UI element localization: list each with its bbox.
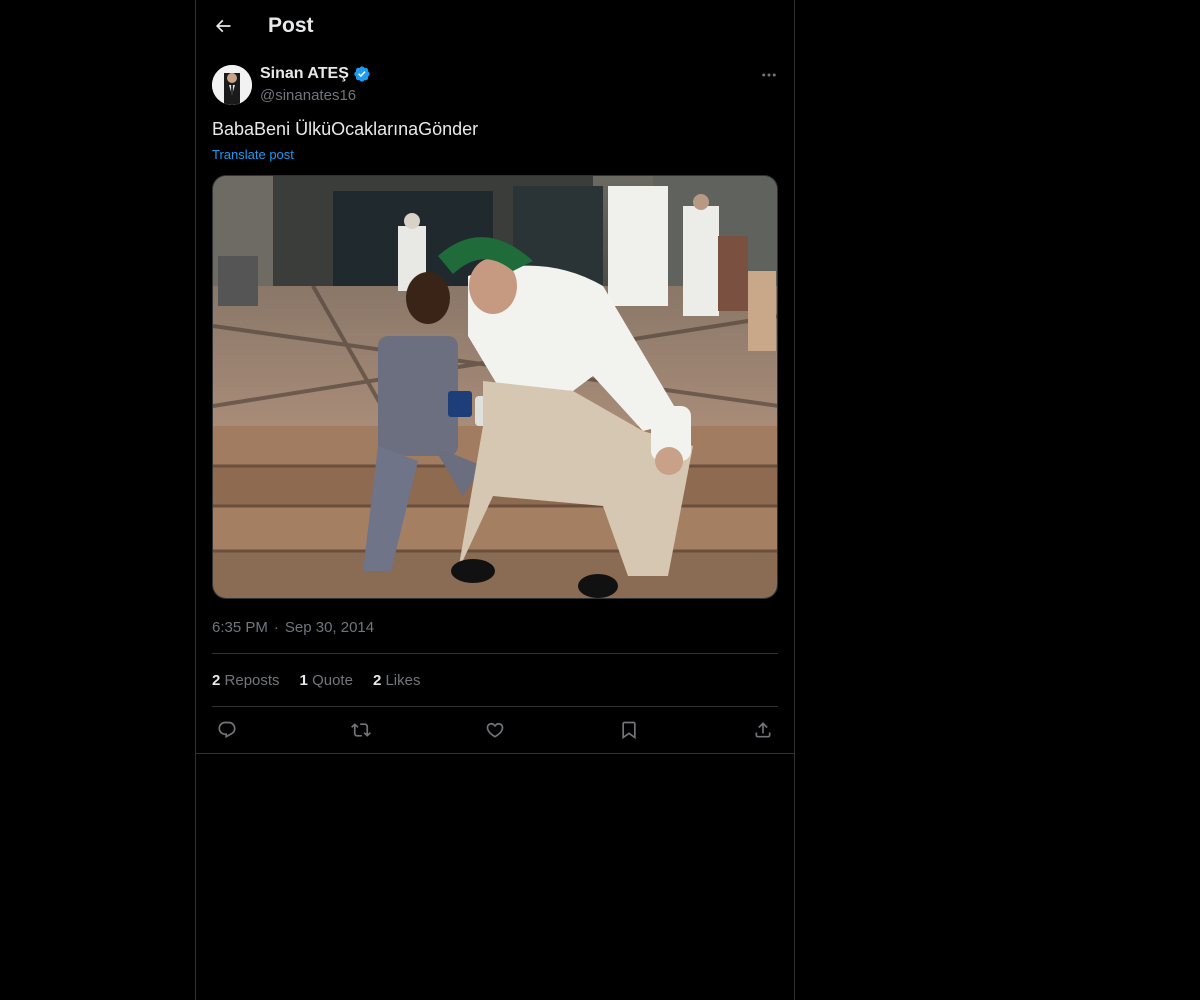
- action-bar: [212, 714, 778, 746]
- more-options-button[interactable]: [756, 64, 782, 86]
- verified-badge-icon: [354, 66, 370, 82]
- back-button[interactable]: [206, 9, 240, 43]
- repost-button[interactable]: [346, 715, 376, 745]
- post-text: BabaBeni ÜlküOcaklarınaGönder: [212, 119, 479, 139]
- post-date: Sep 30, 2014: [284, 619, 375, 636]
- share-button[interactable]: [748, 715, 778, 745]
- post-header: Post: [196, 0, 794, 54]
- divider: [212, 706, 778, 707]
- reposts-count[interactable]: 2 Reposts: [212, 672, 280, 689]
- like-icon: [486, 722, 504, 738]
- post-time: 6:35 PM: [212, 619, 268, 636]
- share-icon: [755, 722, 771, 738]
- reply-button[interactable]: [212, 715, 242, 745]
- avatar[interactable]: [212, 65, 252, 105]
- author-name[interactable]: Sinan ATEŞ: [260, 65, 349, 83]
- like-button[interactable]: [480, 715, 510, 745]
- engagement-stats: 2 Reposts 1 Quote 2 Likes: [212, 672, 440, 689]
- repost-icon: [351, 723, 371, 737]
- quotes-count[interactable]: 1 Quote: [300, 672, 353, 689]
- post-column: Post Sinan ATEŞ @sinanates16 BabaBeni Ül…: [195, 0, 795, 1000]
- divider: [212, 653, 778, 654]
- more-icon: [762, 73, 776, 77]
- likes-count[interactable]: 2 Likes: [373, 672, 421, 689]
- reply-icon: [218, 721, 236, 739]
- arrow-left-icon: [215, 19, 231, 33]
- author-name-row: Sinan ATEŞ: [260, 65, 371, 83]
- bookmark-icon: [622, 721, 636, 740]
- timestamp-separator: ·: [273, 619, 279, 636]
- divider: [196, 753, 794, 754]
- author-handle[interactable]: @sinanates16: [260, 87, 356, 104]
- post-image[interactable]: [212, 175, 778, 599]
- translate-post-link[interactable]: Translate post: [212, 147, 294, 162]
- post-timestamp[interactable]: 6:35 PM · Sep 30, 2014: [212, 619, 374, 636]
- bookmark-button[interactable]: [614, 715, 644, 745]
- page-title: Post: [268, 14, 314, 37]
